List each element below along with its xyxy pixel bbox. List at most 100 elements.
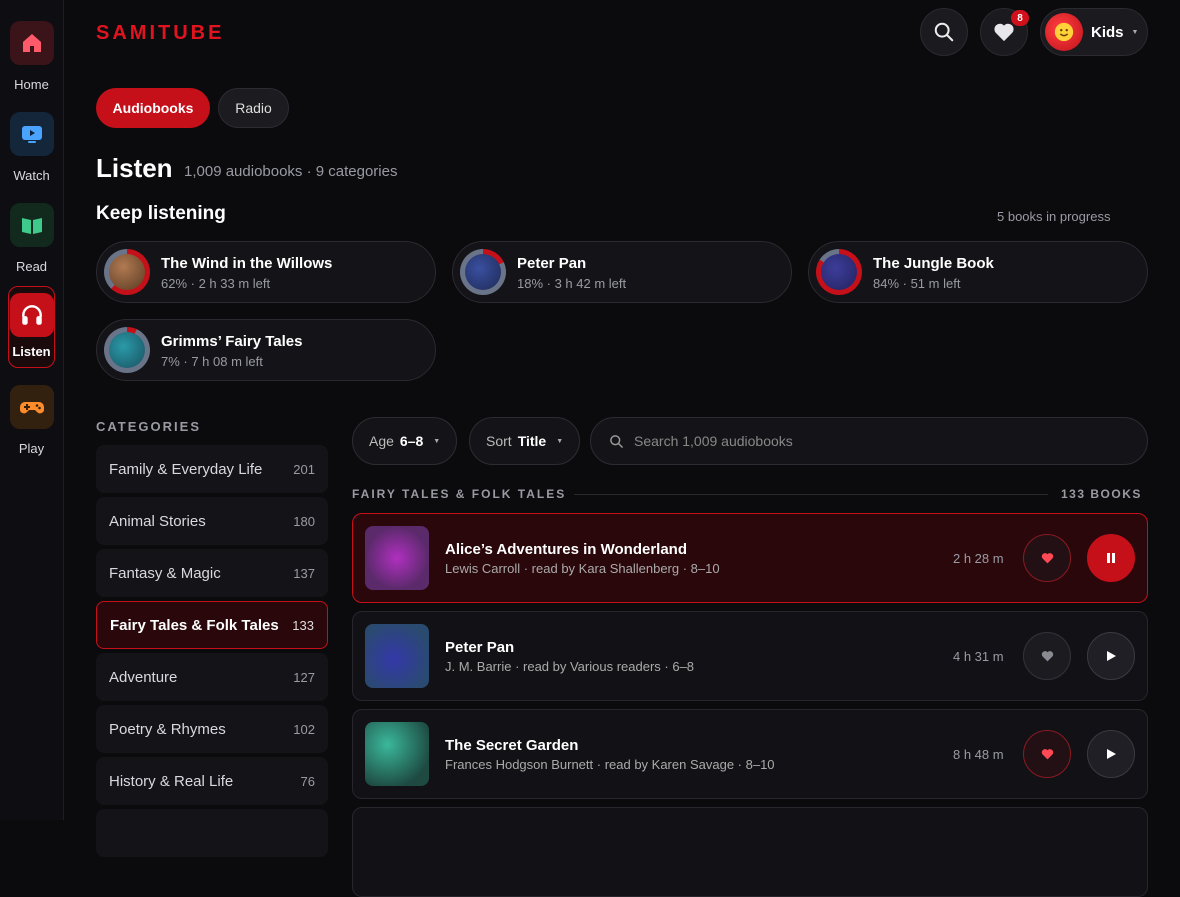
category-poetry-rhymes[interactable]: Poetry & Rhymes 102 [96, 705, 328, 753]
book-row-peter-pan[interactable]: Peter Pan J. M. Barrie · read by Various… [352, 611, 1148, 701]
play-icon [1107, 749, 1116, 759]
category-adventure[interactable]: Adventure 127 [96, 653, 328, 701]
keep-listening-title: Keep listening [96, 203, 226, 224]
category-count: 102 [293, 721, 315, 737]
page-title: Listen [96, 153, 173, 183]
favorite-button[interactable] [1023, 730, 1071, 778]
book-meta: Lewis Carroll · read by Kara Shallenberg… [445, 561, 720, 576]
play-button[interactable] [1087, 730, 1135, 778]
sort-label: Sort [486, 433, 512, 449]
section-divider [574, 494, 1048, 495]
search-icon [610, 434, 623, 448]
category-fantasy-magic[interactable]: Fantasy & Magic 137 [96, 549, 328, 597]
profile-switcher[interactable]: Kids ▼ [1040, 8, 1148, 56]
progress-ring [460, 249, 506, 295]
category-label: Fairy Tales & Folk Tales [110, 616, 279, 634]
age-filter-label: Age [369, 433, 394, 449]
tab-audiobooks[interactable]: Audiobooks [96, 88, 210, 128]
search-button[interactable] [920, 8, 968, 56]
nav-item-watch[interactable]: Watch [8, 112, 55, 194]
pause-icon [1107, 553, 1115, 563]
category-family-everyday-life[interactable]: Family & Everyday Life 201 [96, 445, 328, 493]
book-icon [9, 203, 54, 247]
sort-value: Title [517, 433, 547, 449]
book-title: The Secret Garden [445, 737, 579, 754]
book-duration: 8 h 48 m [953, 747, 1004, 762]
search-input[interactable] [634, 433, 1114, 449]
book-duration: 2 h 28 m [953, 551, 1004, 566]
category-count: 137 [293, 565, 315, 581]
heart-icon [994, 23, 1014, 42]
book-cover [365, 722, 429, 786]
category-label: Poetry & Rhymes [109, 720, 226, 738]
heart-icon [1041, 749, 1053, 760]
favorites-button[interactable]: 8 [980, 8, 1029, 56]
continue-card-wind-in-the-willows[interactable]: The Wind in the Willows 62% · 2 h 33 m l… [96, 241, 436, 303]
section-count: 133 BOOKS [1061, 487, 1142, 501]
favorites-count-badge: 8 [1011, 10, 1029, 26]
book-row-alice[interactable]: Alice’s Adventures in Wonderland Lewis C… [352, 513, 1148, 603]
chevron-down-icon: ▼ [1131, 28, 1139, 36]
brand-logo[interactable]: SAMITUBE [96, 22, 224, 45]
category-animal-stories[interactable]: Animal Stories 180 [96, 497, 328, 545]
continue-card-title: The Wind in the Willows [161, 255, 333, 272]
favorite-button[interactable] [1023, 534, 1071, 582]
nav-label: Play [18, 441, 45, 456]
gamepad-icon [9, 385, 54, 429]
category-count: 180 [293, 513, 315, 529]
continue-card-grimms-fairy-tales[interactable]: Grimms’ Fairy Tales 7% · 7 h 08 m left [96, 319, 436, 381]
category-next[interactable] [96, 809, 328, 857]
nav-label: Home [14, 77, 49, 92]
page-subtitle: 1,009 audiobooks · 9 categories [184, 163, 398, 180]
section-title: FAIRY TALES & FOLK TALES [352, 487, 567, 501]
tab-radio[interactable]: Radio [218, 88, 289, 128]
nav-item-play[interactable]: Play [8, 385, 55, 467]
book-meta: Frances Hodgson Burnett · read by Karen … [445, 757, 775, 772]
category-label: Fantasy & Magic [109, 564, 221, 582]
age-filter-value: 6–8 [399, 433, 424, 449]
category-label: Family & Everyday Life [109, 460, 263, 478]
book-cover [465, 254, 501, 290]
category-history-real-life[interactable]: History & Real Life 76 [96, 757, 328, 805]
age-filter-dropdown[interactable]: Age 6–8 ▼ [352, 417, 458, 465]
favorite-button[interactable] [1023, 632, 1071, 680]
smiley-icon [1054, 22, 1074, 42]
nav-item-listen[interactable]: Listen [8, 286, 55, 368]
continue-card-peter-pan[interactable]: Peter Pan 18% · 3 h 42 m left [452, 241, 792, 303]
category-count: 76 [300, 773, 315, 789]
continue-card-title: Grimms’ Fairy Tales [161, 333, 303, 350]
book-title: Alice’s Adventures in Wonderland [445, 541, 687, 558]
nav-item-home[interactable]: Home [8, 21, 55, 103]
pause-button[interactable] [1087, 534, 1135, 582]
sort-dropdown[interactable]: Sort Title ▼ [469, 417, 581, 465]
book-duration: 4 h 31 m [953, 649, 1004, 664]
book-row-next[interactable] [352, 807, 1148, 897]
book-meta: J. M. Barrie · read by Various readers ·… [445, 659, 695, 674]
avatar [1045, 13, 1083, 51]
continue-card-meta: 7% · 7 h 08 m left [161, 354, 263, 369]
nav-item-read[interactable]: Read [8, 203, 55, 285]
nav-rail: Home Watch Read Listen Play [0, 0, 64, 820]
chevron-down-icon: ▼ [433, 437, 441, 445]
categories-heading: CATEGORIES [96, 419, 201, 434]
continue-card-meta: 18% · 3 h 42 m left [517, 276, 627, 291]
house-icon [9, 21, 54, 65]
audiobook-search[interactable] [590, 417, 1148, 465]
continue-card-jungle-book[interactable]: The Jungle Book 84% · 51 m left [808, 241, 1148, 303]
headphones-icon [9, 293, 54, 337]
category-count: 127 [293, 669, 315, 685]
book-row-secret-garden[interactable]: The Secret Garden Frances Hodgson Burnet… [352, 709, 1148, 799]
book-cover [109, 332, 145, 368]
book-cover [365, 526, 429, 590]
progress-ring [104, 249, 150, 295]
tv-icon [9, 112, 54, 156]
category-fairy-tales-folk-tales[interactable]: Fairy Tales & Folk Tales 133 [96, 601, 328, 649]
play-button[interactable] [1087, 632, 1135, 680]
continue-card-title: Peter Pan [517, 255, 587, 272]
book-cover [821, 254, 857, 290]
book-title: Peter Pan [445, 639, 515, 656]
books-in-progress-note: 5 books in progress [997, 209, 1111, 224]
progress-ring [816, 249, 862, 295]
category-label: Animal Stories [109, 512, 206, 530]
category-count: 201 [293, 461, 315, 477]
